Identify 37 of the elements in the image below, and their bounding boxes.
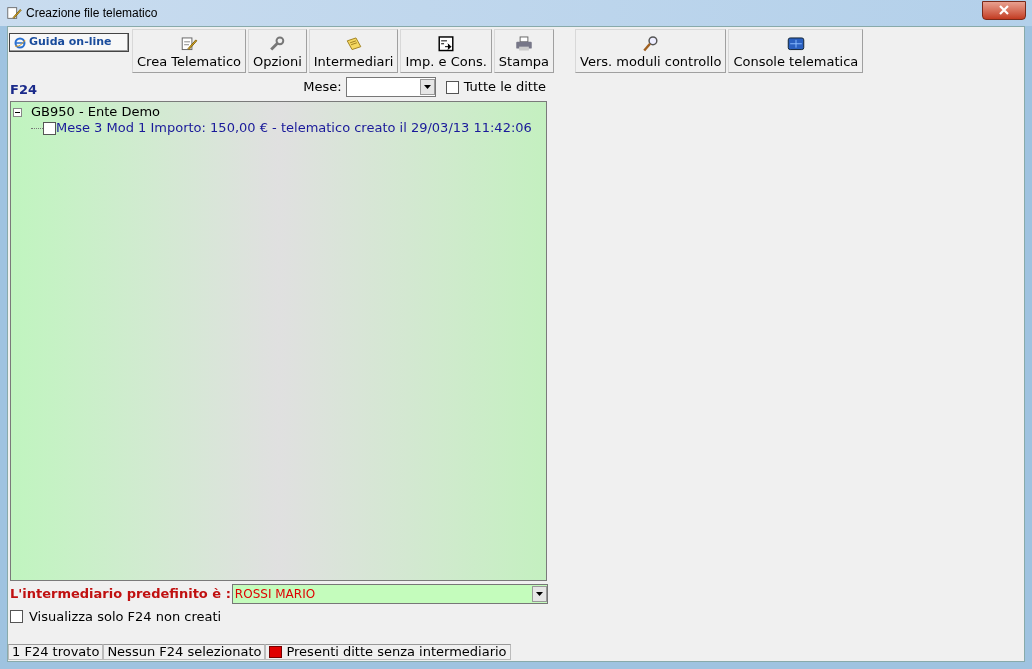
pen-icon (6, 5, 22, 21)
toolbar-button[interactable]: Stampa (493, 29, 554, 73)
pen-icon (180, 36, 198, 52)
close-button[interactable] (982, 0, 1026, 20)
caret-icon (536, 592, 543, 596)
expand-toggle[interactable] (13, 107, 22, 117)
toolbar-button[interactable]: Intermediari (308, 29, 399, 73)
minus-icon (15, 109, 20, 115)
status-section: Presenti ditte senza intermediario (265, 644, 511, 660)
window-title: Creazione file telematico (26, 5, 158, 22)
printer-icon (514, 36, 533, 52)
toolbar-button[interactable]: Crea Telematico (132, 29, 246, 73)
toolbar-button[interactable]: Vers. moduli controllo (575, 29, 727, 73)
caret-icon (423, 85, 431, 89)
search-icon (641, 36, 660, 52)
section-label: F24 (10, 80, 37, 99)
intermediary-label: L'intermediario predefinito è : (10, 585, 231, 604)
notepad-icon (344, 36, 363, 52)
toolbar-button[interactable]: Imp. e Cons. (400, 29, 492, 73)
tree-checkbox[interactable] (43, 121, 56, 135)
transfer-icon (437, 36, 456, 52)
month-label: Mese: (303, 78, 342, 97)
all-companies-checkbox[interactable] (445, 80, 459, 94)
help-button[interactable]: Guida on-line (9, 33, 129, 52)
only-not-created-checkbox[interactable] (10, 610, 23, 624)
browser-icon (14, 36, 26, 49)
toolbar-button[interactable]: Console telematica (728, 29, 864, 73)
status-section: Nessun F24 selezionato (103, 644, 266, 660)
only-not-created-label: Visualizza solo F24 non creati (29, 608, 222, 626)
intermediary-dropdown[interactable]: ROSSI MARIO (231, 584, 548, 604)
close-icon (999, 5, 1009, 15)
all-companies-label: Tutte le ditte (463, 78, 546, 97)
monitor-icon (786, 36, 805, 52)
wrench-icon (268, 36, 287, 52)
status-section: 1 F24 trovato (8, 644, 104, 660)
toolbar-button[interactable]: Opzioni (248, 29, 307, 73)
month-dropdown[interactable] (345, 77, 436, 97)
